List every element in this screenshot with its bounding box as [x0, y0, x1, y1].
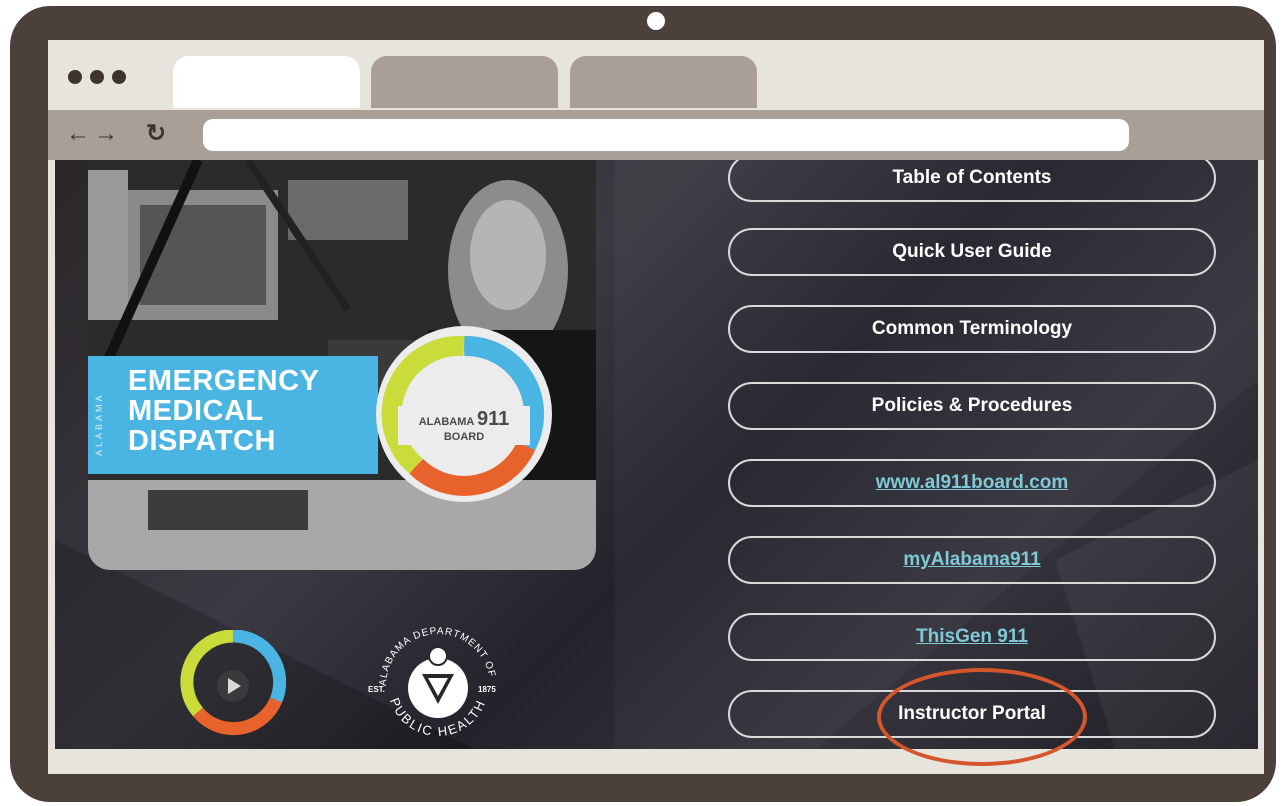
window-control-dot[interactable]: [90, 70, 104, 84]
browser-tab[interactable]: [570, 56, 757, 108]
reload-icon[interactable]: ↻: [146, 120, 166, 148]
tab-bar: [48, 40, 1264, 108]
title-banner: ALABAMA EMERGENCY MEDICAL DISPATCH: [88, 356, 378, 474]
browser-tab-active[interactable]: [173, 56, 360, 108]
public-health-seal: ALABAMA DEPARTMENT OF PUBLIC HEALTH EST.…: [368, 626, 496, 739]
back-arrow-icon[interactable]: ←: [66, 120, 90, 148]
alabama-911-logo-icon: [180, 630, 286, 736]
camera-dot: [647, 12, 665, 30]
alabama-911-board-badge: ALABAMA 911 BOARD: [376, 326, 552, 502]
title-line: MEDICAL: [128, 395, 264, 427]
table-of-contents-button[interactable]: Table of Contents: [728, 160, 1216, 202]
title-line: EMERGENCY: [128, 365, 320, 397]
seal-year: 1875: [478, 685, 496, 694]
hero-image: ALABAMA EMERGENCY MEDICAL DISPATCH ALABA…: [88, 160, 596, 570]
state-label: ALABAMA: [94, 392, 104, 456]
forward-arrow-icon[interactable]: →: [94, 120, 118, 148]
myalabama911-link[interactable]: myAlabama911: [728, 536, 1216, 584]
browser-tab[interactable]: [371, 56, 558, 108]
title-line: DISPATCH: [128, 425, 276, 457]
al911board-link[interactable]: www.al911board.com: [728, 459, 1216, 507]
instructor-portal-button[interactable]: Instructor Portal: [728, 690, 1216, 738]
badge-text: ALABAMA 911 BOARD: [398, 406, 530, 445]
window-control-dot[interactable]: [112, 70, 126, 84]
quick-user-guide-button[interactable]: Quick User Guide: [728, 228, 1216, 276]
thisgen-911-link[interactable]: ThisGen 911: [728, 613, 1216, 661]
window-control-dot[interactable]: [68, 70, 82, 84]
common-terminology-button[interactable]: Common Terminology: [728, 305, 1216, 353]
browser-toolbar: ← → ↻: [48, 110, 1264, 160]
policies-procedures-button[interactable]: Policies & Procedures: [728, 382, 1216, 430]
seal-est-label: EST.: [368, 685, 385, 694]
address-bar[interactable]: [203, 119, 1129, 151]
